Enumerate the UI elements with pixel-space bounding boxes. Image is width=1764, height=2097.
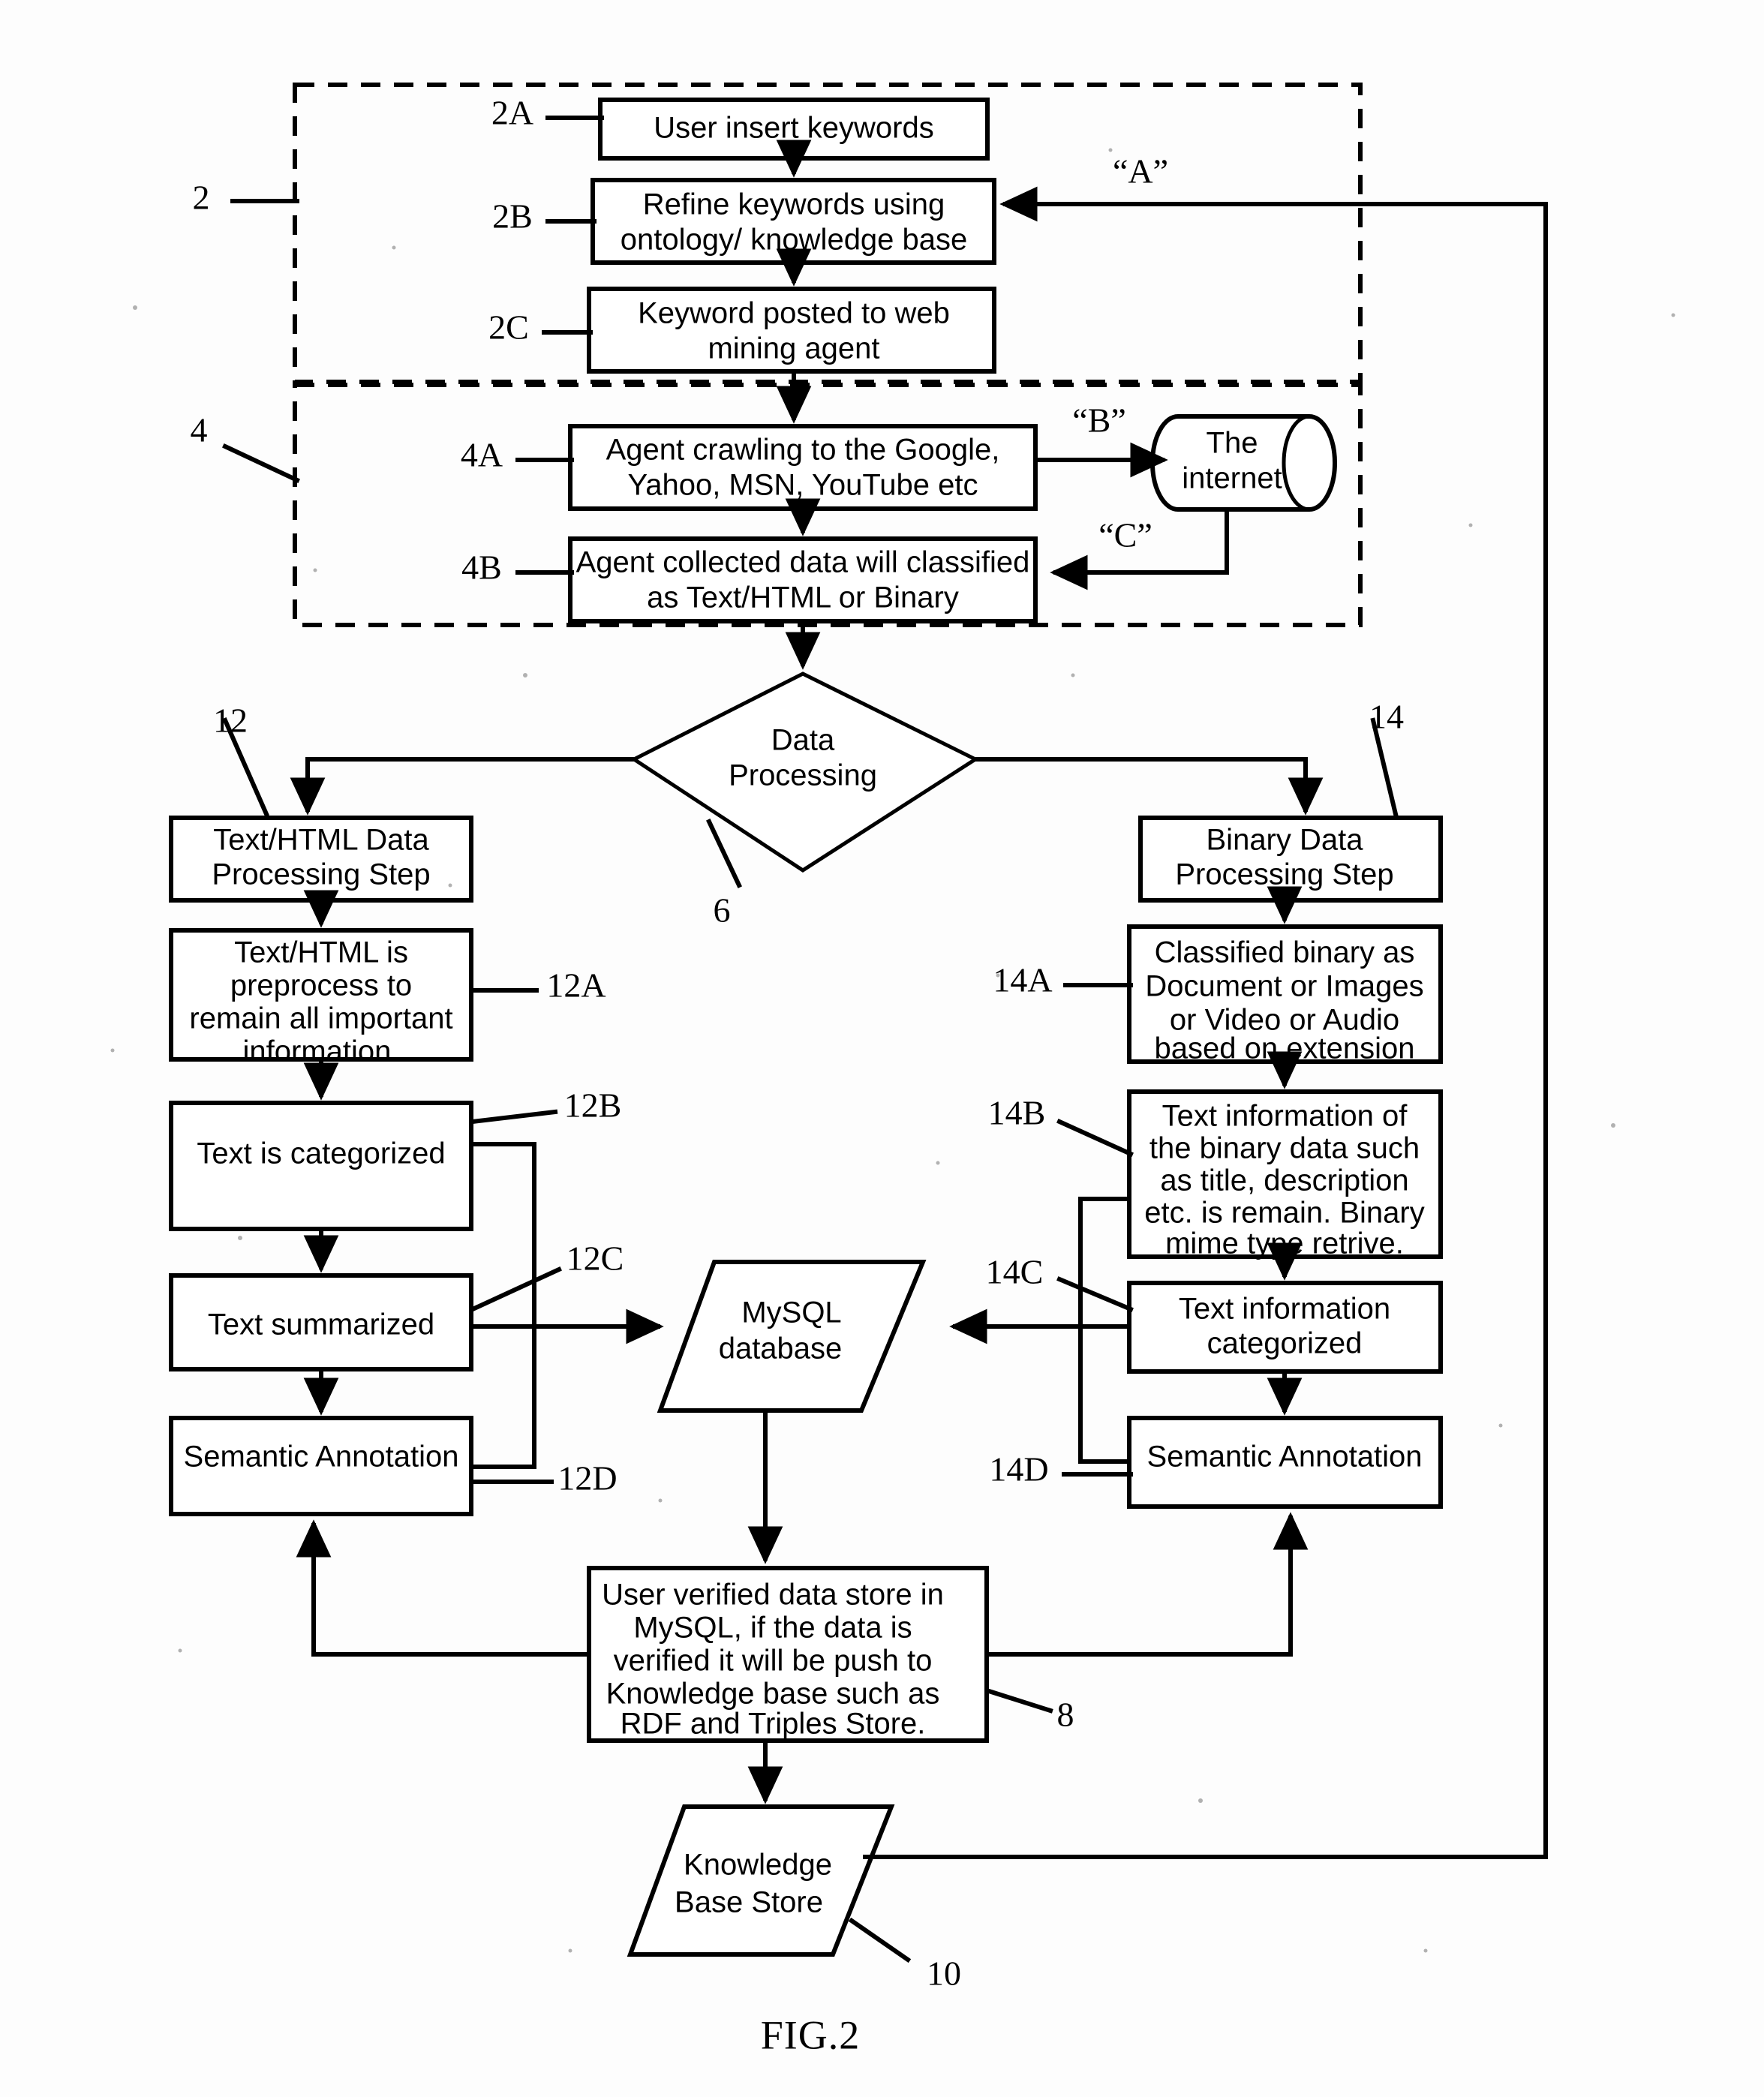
- node-14C-line-0: Text information: [1179, 1293, 1390, 1326]
- ref-label-12: 12: [213, 702, 248, 740]
- node-4B-line-1: as Text/HTML or Binary: [647, 581, 959, 614]
- node-12A-line-2: remain all important: [189, 1002, 452, 1035]
- edge-decision-right: [975, 757, 1324, 816]
- node-12A-line-0: Text/HTML is: [234, 936, 408, 969]
- node-10-line-0: Knowledge: [684, 1849, 832, 1882]
- node-14D-line-0: Semantic Annotation: [1147, 1441, 1423, 1474]
- node-internet-line-0: The: [1207, 427, 1258, 460]
- ref-label-14C: 14C: [986, 1253, 1044, 1291]
- node-decision-line-1: Processing: [729, 759, 877, 792]
- node-10-line-1: Base Store: [675, 1886, 823, 1919]
- ref-label-12D: 12D: [557, 1459, 617, 1498]
- ref-label-14D: 14D: [989, 1450, 1048, 1489]
- node-2A-line-0: User insert keywords: [654, 112, 933, 145]
- ref-label-6: 6: [714, 891, 731, 930]
- leader-4: [222, 443, 300, 483]
- node-14B-line-2: as title, description: [1160, 1164, 1408, 1197]
- ref-label-8: 8: [1057, 1696, 1074, 1734]
- node-14-line-1: Processing Step: [1175, 858, 1393, 891]
- node-mysql-line-0: MySQL: [741, 1296, 841, 1329]
- node-12C-line-0: Text summarized: [208, 1308, 434, 1341]
- node-12-line-0: Text/HTML Data: [213, 824, 429, 857]
- node-12A-line-3: information.: [243, 1035, 400, 1068]
- ref-label-4: 4: [191, 411, 208, 449]
- node-14B-line-1: the binary data such: [1149, 1132, 1420, 1165]
- node-8-line-2: verified it will be push to: [614, 1645, 933, 1678]
- node-14A-line-3: based on extension: [1155, 1032, 1415, 1065]
- node-4B-line-0: Agent collected data will classified: [576, 546, 1030, 579]
- node-4A-line-0: Agent crawling to the Google,: [606, 434, 1000, 467]
- node-12A-line-1: preprocess to: [230, 969, 412, 1002]
- ref-label-2A: 2A: [491, 94, 533, 132]
- figure-canvas: 2 4 2A User insert keywords 2B Refine ke…: [0, 0, 1764, 2097]
- leader-12B: [470, 1109, 558, 1125]
- node-14B-line-4: mime type retrive.: [1165, 1227, 1404, 1260]
- node-2B-line-0: Refine keywords using: [643, 188, 945, 221]
- ref-label-12B: 12B: [564, 1086, 622, 1125]
- leader-10: [848, 1917, 912, 1963]
- flowchart-svg: 2 4 2A User insert keywords 2B Refine ke…: [110, 83, 1675, 2057]
- edge-decision-left: [290, 757, 634, 816]
- node-8-line-4: RDF and Triples Store.: [621, 1708, 926, 1741]
- connector-label-C: “C”: [1098, 516, 1152, 554]
- ref-label-2C: 2C: [488, 308, 529, 347]
- node-14A-line-1: Document or Images: [1145, 970, 1423, 1003]
- node-14C-line-1: categorized: [1207, 1327, 1363, 1360]
- connector-label-B: “B”: [1072, 401, 1126, 440]
- leader-14C: [1056, 1276, 1134, 1312]
- ref-label-12A: 12A: [546, 966, 606, 1005]
- node-12B-line-0: Text is categorized: [197, 1137, 445, 1170]
- node-mysql-line-1: database: [719, 1332, 843, 1365]
- node-2C-line-0: Keyword posted to web: [638, 297, 950, 330]
- node-4A-line-1: Yahoo, MSN, YouTube etc: [628, 469, 978, 502]
- ref-label-2: 2: [193, 179, 210, 217]
- ref-label-10: 10: [927, 1954, 961, 1993]
- node-2C-line-1: mining agent: [708, 332, 879, 365]
- ref-label-2B: 2B: [492, 197, 533, 236]
- leader-8: [986, 1688, 1053, 1714]
- node-2B-line-1: ontology/ knowledge base: [621, 224, 968, 257]
- node-8-line-0: User verified data store in: [602, 1579, 944, 1612]
- figure-label: FIG.2: [761, 2012, 861, 2057]
- ref-label-14: 14: [1369, 698, 1404, 736]
- ref-label-14B: 14B: [988, 1094, 1046, 1132]
- node-internet-line-1: internet: [1182, 462, 1282, 495]
- node-14A-line-0: Classified binary as: [1155, 936, 1415, 969]
- node-14-line-0: Binary Data: [1207, 824, 1364, 857]
- node-12-line-1: Processing Step: [212, 858, 430, 891]
- node-8-line-1: MySQL, if the data is: [633, 1612, 912, 1645]
- ref-label-4A: 4A: [461, 436, 503, 474]
- node-decision-line-0: Data: [771, 724, 835, 757]
- leader-12C: [470, 1266, 562, 1312]
- node-8-line-3: Knowledge base such as: [606, 1678, 940, 1711]
- edge-8-feedback-14D: [988, 1512, 1309, 1657]
- node-12D-line-0: Semantic Annotation: [184, 1441, 459, 1474]
- leader-14B: [1056, 1119, 1134, 1157]
- connector-label-A: “A”: [1113, 152, 1168, 191]
- edge-8-feedback-12D: [296, 1519, 589, 1657]
- node-14B-line-0: Text information of: [1162, 1100, 1408, 1133]
- ref-label-4B: 4B: [461, 548, 502, 587]
- leader-6: [706, 819, 742, 888]
- ref-label-12C: 12C: [566, 1239, 624, 1278]
- node-14B-line-3: etc. is remain. Binary: [1144, 1197, 1424, 1230]
- edge-14B-bus-14D: [1078, 1197, 1129, 1464]
- ref-label-14A: 14A: [993, 961, 1052, 999]
